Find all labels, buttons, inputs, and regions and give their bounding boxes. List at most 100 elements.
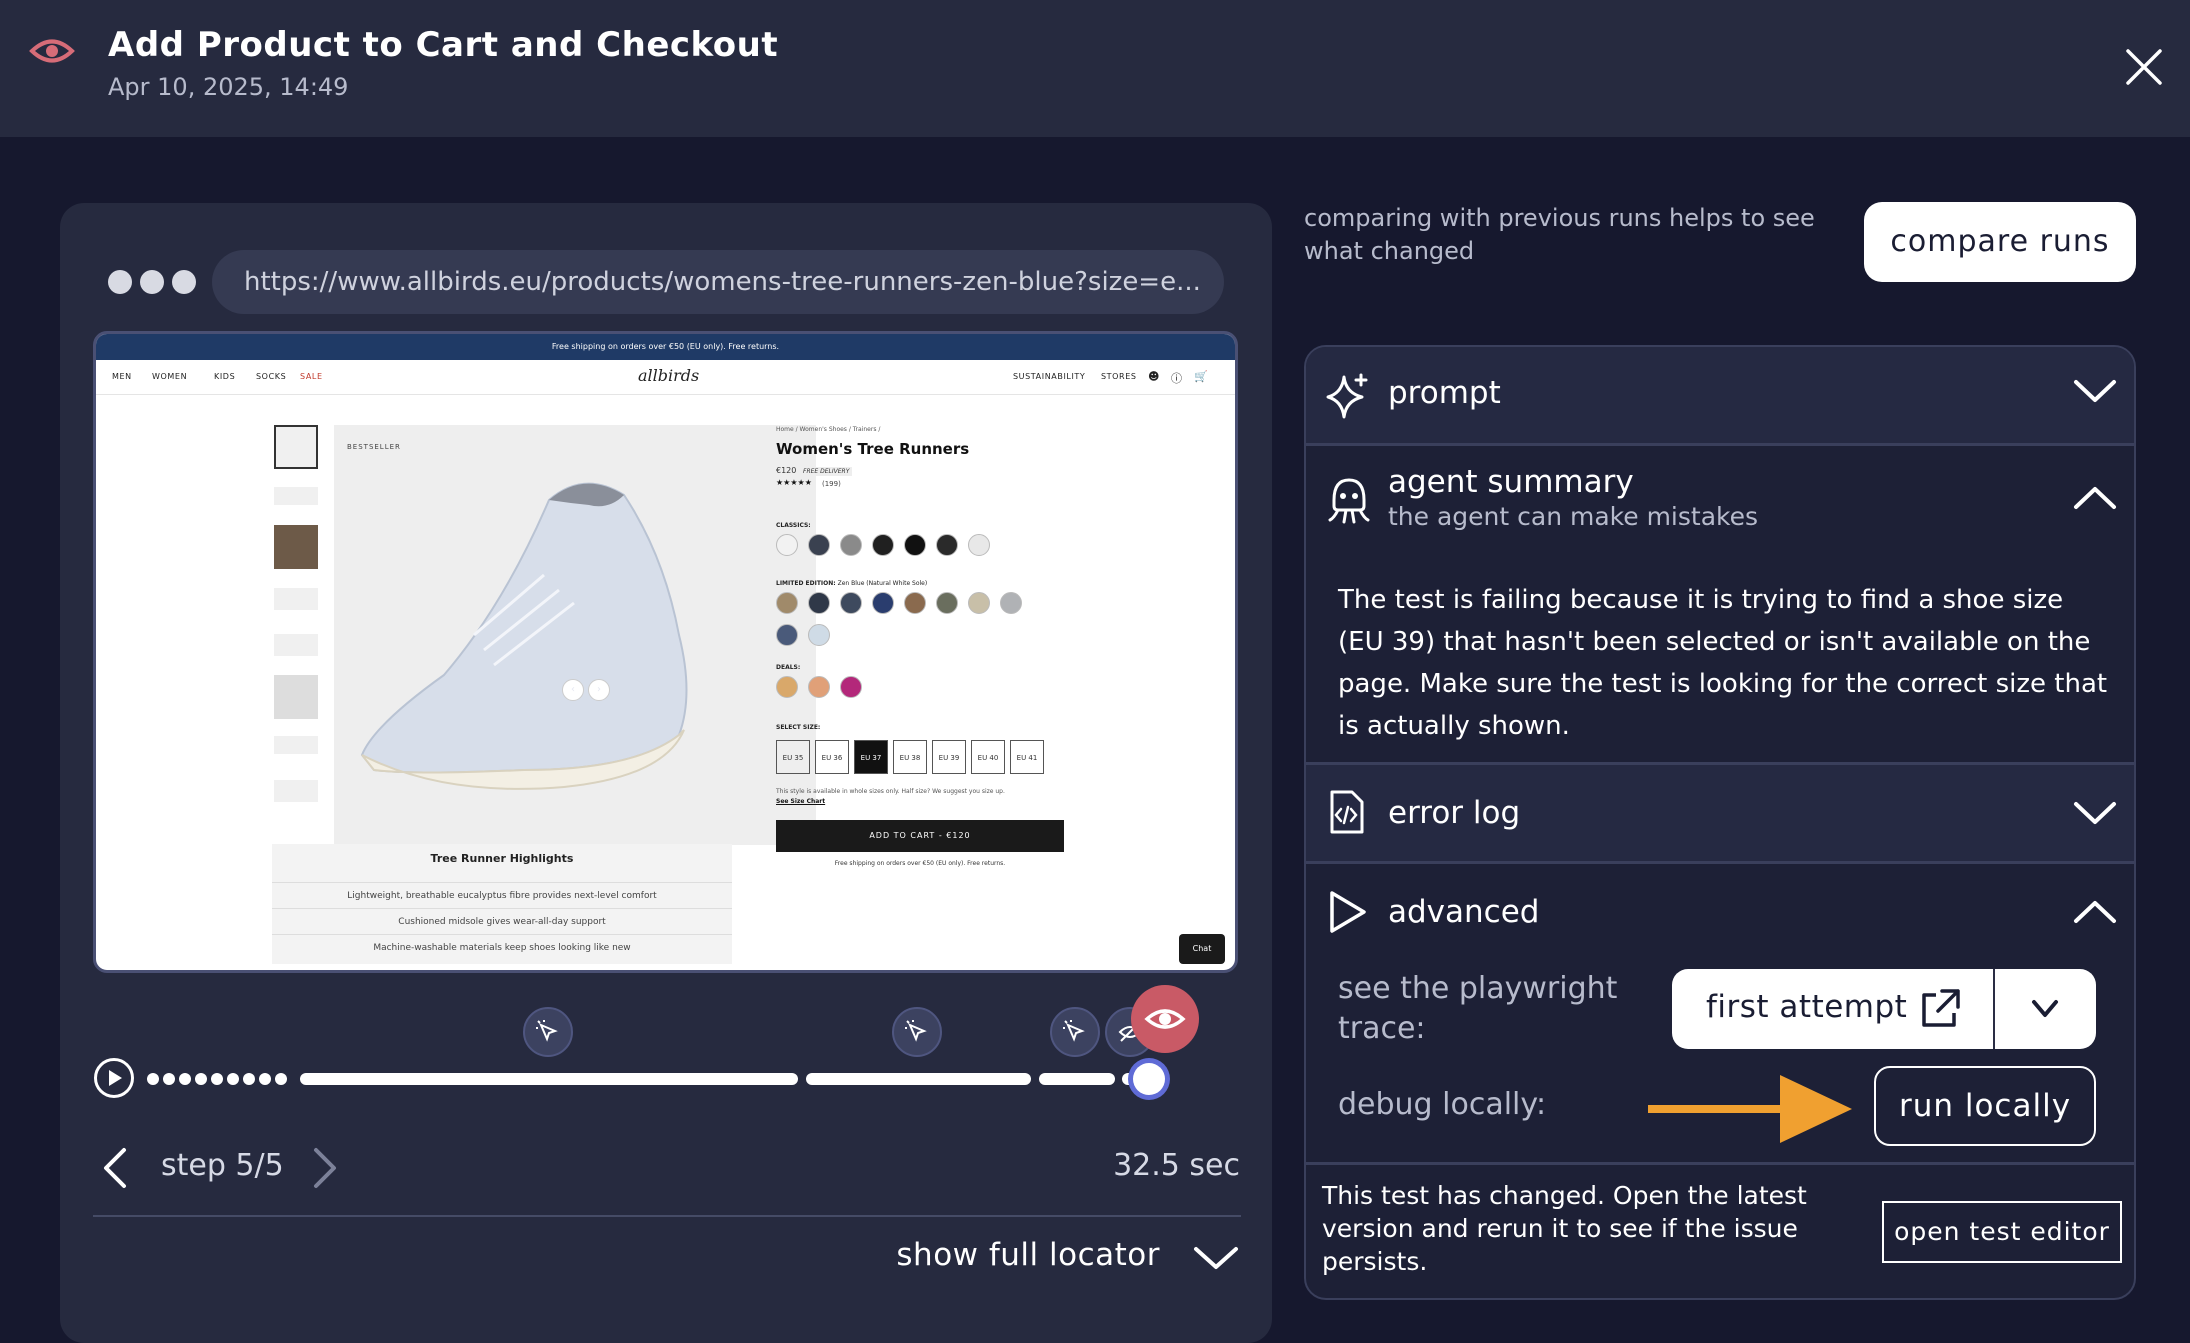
- chevron-down-icon[interactable]: [2030, 997, 2060, 1021]
- timeline-step-dot[interactable]: [275, 1073, 287, 1085]
- timeline-step-dot[interactable]: [179, 1073, 191, 1085]
- window-dot: [172, 270, 196, 294]
- size-option: EU 38: [893, 740, 927, 774]
- chevron-up-icon[interactable]: [2072, 484, 2118, 512]
- chevron-right-icon[interactable]: [310, 1146, 340, 1190]
- site-nav-stores: STORES: [1101, 372, 1137, 381]
- color-swatch: [808, 534, 830, 556]
- prompt-section-header[interactable]: prompt: [1306, 347, 2134, 443]
- color-swatch: [904, 592, 926, 614]
- visual-check-button[interactable]: [1131, 985, 1199, 1053]
- timeline-scrubber[interactable]: [1133, 1063, 1165, 1095]
- site-nav-kids: KIDS: [214, 372, 236, 381]
- chevron-down-icon[interactable]: [2072, 377, 2118, 405]
- site-logo: allbirds: [638, 366, 700, 385]
- test-changed-notice: This test has changed. Open the latest v…: [1322, 1181, 1807, 1276]
- highlight-item: Machine-washable materials keep shoes lo…: [272, 934, 732, 961]
- color-swatch: [872, 534, 894, 556]
- trace-button-label: first attempt: [1706, 989, 1908, 1025]
- bestseller-badge: BESTSELLER: [347, 443, 401, 451]
- timeline-segment[interactable]: [806, 1073, 1031, 1085]
- summary-text: The test is failing because it is trying…: [1338, 585, 2108, 741]
- site-nav-sale: SALE: [300, 372, 323, 381]
- next-image-icon: ›: [588, 679, 610, 701]
- color-swatch: [808, 624, 830, 646]
- show-locator-toggle[interactable]: show full locator: [860, 1237, 1160, 1273]
- size-chart-link: See Size Chart: [776, 798, 826, 805]
- shoe-illustration: [360, 482, 688, 790]
- step-duration: 32.5 sec: [1113, 1148, 1240, 1183]
- summary-section-header[interactable]: agent summary the agent can make mistake…: [1306, 446, 2134, 556]
- highlight-item: Cushioned midsole gives wear-all-day sup…: [272, 908, 732, 935]
- size-option: EU 36: [815, 740, 849, 774]
- size-label: SELECT SIZE:: [776, 724, 821, 731]
- timeline-step-dot[interactable]: [259, 1073, 271, 1085]
- chevron-up-icon[interactable]: [2072, 898, 2118, 926]
- product-thumbnail: [274, 425, 318, 469]
- timeline-step-dot[interactable]: [211, 1073, 223, 1085]
- color-swatch: [968, 534, 990, 556]
- product-image: BESTSELLER ‹ ›: [334, 425, 816, 845]
- size-option: EU 39: [932, 740, 966, 774]
- click-marker-icon[interactable]: [1050, 1007, 1100, 1057]
- color-swatch: [776, 534, 798, 556]
- site-announcement: Free shipping on orders over €50 (EU onl…: [96, 334, 1235, 360]
- url-bar: https://www.allbirds.eu/products/womens-…: [212, 250, 1224, 314]
- divider: [1306, 1162, 2134, 1165]
- page-title: Add Product to Cart and Checkout: [108, 25, 779, 65]
- rating-count: (199): [822, 480, 841, 488]
- site-nav-sustainability: SUSTAINABILITY: [1013, 372, 1086, 381]
- site-nav-women: WOMEN: [152, 372, 188, 381]
- timeline-segment[interactable]: [300, 1073, 798, 1085]
- color-swatch: [872, 592, 894, 614]
- timeline-segment[interactable]: [1039, 1073, 1115, 1085]
- color-swatch: [936, 592, 958, 614]
- run-timestamp: Apr 10, 2025, 14:49: [108, 73, 349, 101]
- color-swatch: [776, 624, 798, 646]
- error-log-label: error log: [1388, 795, 1521, 831]
- prev-image-icon: ‹: [562, 679, 584, 701]
- limited-value: Zen Blue (Natural White Sole): [837, 580, 928, 587]
- close-icon[interactable]: [2124, 47, 2164, 87]
- open-test-editor-button[interactable]: open test editor: [1882, 1201, 2122, 1263]
- chevron-down-icon[interactable]: [1192, 1243, 1240, 1273]
- chevron-down-icon[interactable]: [2072, 799, 2118, 827]
- product-thumbnail: [274, 525, 318, 569]
- chevron-left-icon[interactable]: [100, 1146, 130, 1190]
- play-button[interactable]: [94, 1058, 134, 1098]
- timeline-step-dot[interactable]: [147, 1073, 159, 1085]
- cursor-click-icon: [905, 1020, 927, 1042]
- timeline-step-dot[interactable]: [243, 1073, 255, 1085]
- cart-icon: 🛒: [1194, 370, 1209, 383]
- sparkle-icon: [1326, 373, 1368, 419]
- color-swatch: [904, 534, 926, 556]
- timeline-step-dot[interactable]: [163, 1073, 175, 1085]
- size-option: EU 35: [776, 740, 810, 774]
- click-marker-icon[interactable]: [892, 1007, 942, 1057]
- size-option: EU 41: [1010, 740, 1044, 774]
- divider: [93, 1215, 1241, 1217]
- color-swatch: [776, 676, 798, 698]
- rating-stars: ★★★★★: [776, 478, 812, 487]
- run-locally-button[interactable]: run locally: [1874, 1066, 2096, 1146]
- click-marker-icon[interactable]: [523, 1007, 573, 1057]
- step-counter: step 5/5: [161, 1148, 284, 1183]
- details-accordion: prompt agent summary the agent can make …: [1304, 345, 2136, 1300]
- trace-button[interactable]: first attempt: [1672, 969, 2096, 1049]
- highlight-item: Lightweight, breathable eucalyptus fibre…: [272, 882, 732, 909]
- add-to-cart-button: ADD TO CART - €120: [776, 820, 1064, 852]
- color-swatch: [1000, 592, 1022, 614]
- timeline-step-dot[interactable]: [227, 1073, 239, 1085]
- shipping-note: Free shipping on orders over €50 (EU onl…: [834, 860, 1006, 867]
- advanced-section-header[interactable]: advanced: [1306, 864, 2134, 962]
- window-dot: [108, 270, 132, 294]
- product-name: Women's Tree Runners: [776, 440, 970, 458]
- advanced-label: advanced: [1388, 894, 1540, 930]
- timeline-step-dot[interactable]: [195, 1073, 207, 1085]
- error-log-section-header[interactable]: error log: [1306, 765, 2134, 861]
- play-icon: [1330, 891, 1366, 933]
- color-swatch: [840, 676, 862, 698]
- compare-runs-button[interactable]: compare runs: [1864, 202, 2136, 282]
- color-swatch: [936, 534, 958, 556]
- code-file-icon: [1330, 790, 1364, 834]
